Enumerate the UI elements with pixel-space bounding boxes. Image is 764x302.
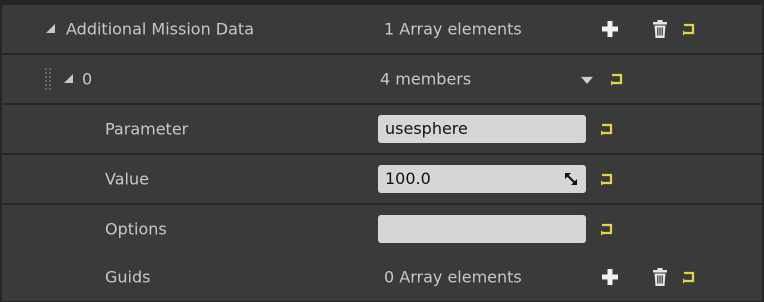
array-count-text: 1 Array elements (384, 19, 522, 39)
property-row-value: Value 100.0 (2, 155, 762, 203)
drag-handle-icon[interactable] (44, 67, 52, 91)
reset-to-default-icon[interactable] (600, 222, 614, 236)
property-name-cell: Value (2, 155, 362, 203)
property-label: Guids (105, 267, 151, 287)
triangle-expanded-icon[interactable] (64, 74, 73, 84)
property-name-cell: Options (2, 205, 362, 253)
resize-icon[interactable] (564, 172, 578, 186)
property-row-guids: Guids 0 Array elements (2, 253, 762, 301)
value-text: 100.0 (385, 169, 431, 188)
property-label: Options (105, 219, 167, 239)
property-row-options: Options (2, 205, 762, 253)
options-text-field[interactable] (378, 215, 586, 243)
property-label: Value (105, 169, 149, 189)
reset-to-default-icon[interactable] (682, 270, 696, 284)
property-label: Additional Mission Data (66, 19, 254, 39)
value-text-field[interactable]: 100.0 (378, 165, 586, 193)
property-value-cell: 100.0 (366, 155, 762, 203)
chevron-down-icon[interactable] (581, 76, 593, 84)
property-name-cell: Guids (2, 253, 362, 301)
struct-members-text: 4 members (380, 69, 472, 89)
property-value-cell: 0 Array elements (366, 253, 762, 301)
parameter-text-field[interactable]: usesphere (378, 115, 586, 143)
property-label: Parameter (105, 119, 189, 139)
property-name-cell: Parameter (2, 105, 362, 153)
property-row-parameter: Parameter usesphere (2, 105, 762, 153)
property-value-cell: 4 members (366, 55, 762, 103)
reset-to-default-icon[interactable] (600, 172, 614, 186)
property-value-cell: usesphere (366, 105, 762, 153)
property-name-cell: 0 (2, 55, 362, 103)
plus-icon[interactable] (600, 19, 620, 39)
property-value-cell (366, 205, 762, 253)
plus-icon[interactable] (600, 267, 620, 287)
trash-icon[interactable] (650, 19, 670, 39)
reset-to-default-icon[interactable] (682, 22, 696, 36)
array-count-text: 0 Array elements (384, 267, 522, 287)
property-row-additional-mission-data: Additional Mission Data 1 Array elements (2, 5, 762, 53)
property-name-cell: Additional Mission Data (2, 5, 362, 53)
reset-to-default-icon[interactable] (600, 122, 614, 136)
property-label: 0 (82, 69, 93, 89)
property-row-element-0: 0 4 members (2, 55, 762, 103)
triangle-expanded-icon[interactable] (46, 24, 55, 34)
trash-icon[interactable] (650, 267, 670, 287)
details-panel: Additional Mission Data 1 Array elements (0, 0, 764, 302)
reset-to-default-icon[interactable] (610, 72, 624, 86)
property-value-cell: 1 Array elements (366, 5, 762, 53)
